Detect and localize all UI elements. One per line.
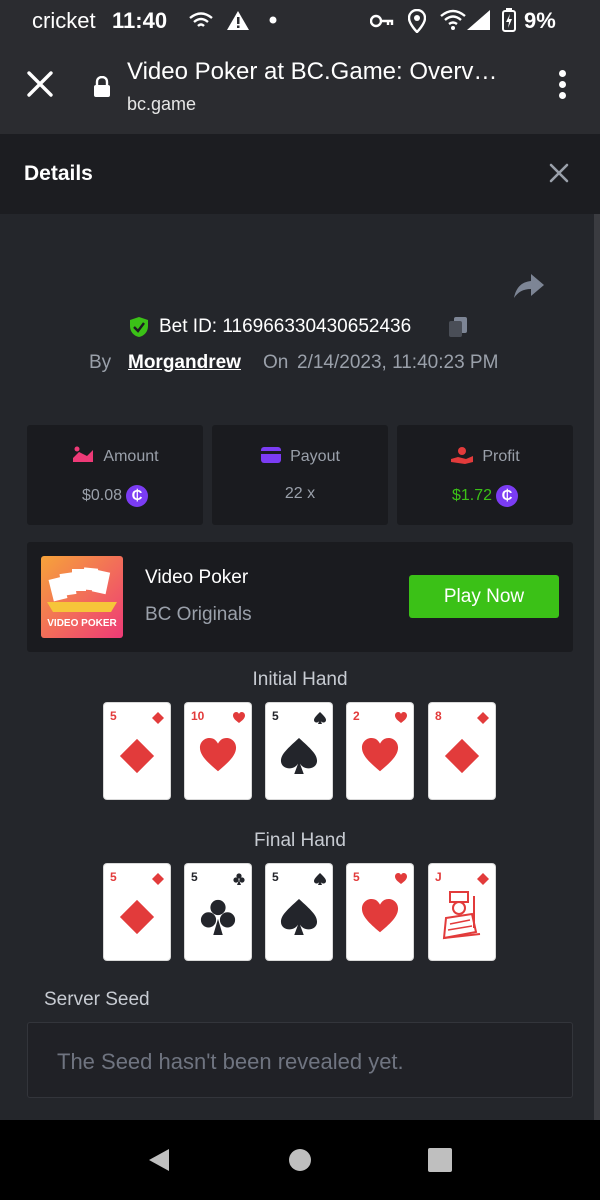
final-hand-card-4: 5 bbox=[347, 864, 413, 960]
back-icon[interactable] bbox=[147, 1147, 171, 1173]
diamond-center-icon bbox=[119, 738, 155, 774]
diamond-suit-icon bbox=[477, 712, 489, 724]
bet-timestamp: 2/14/2023, 11:40:23 PM bbox=[297, 352, 499, 373]
payout-stat: Payout 22 x bbox=[212, 425, 388, 525]
initial-hand-card-2: 10 bbox=[185, 703, 251, 799]
server-seed-placeholder: The Seed hasn't been revealed yet. bbox=[57, 1049, 404, 1074]
final-hand-card-5: J bbox=[429, 864, 495, 960]
warning-icon bbox=[227, 11, 249, 30]
final-hand-card-3: 5 bbox=[266, 864, 332, 960]
copy-icon[interactable] bbox=[447, 316, 469, 338]
final-hand-title: Final Hand bbox=[254, 830, 346, 851]
card-rank: 5 bbox=[272, 709, 279, 723]
card-rank: 10 bbox=[191, 709, 205, 723]
play-now-button[interactable]: Play Now bbox=[409, 575, 559, 618]
currency-coin-icon: ₵ bbox=[126, 485, 149, 507]
page-title: Video Poker at BC.Game: Overv… bbox=[127, 58, 498, 85]
diamond-center-icon bbox=[444, 738, 480, 774]
spade-suit-icon bbox=[314, 712, 326, 724]
server-seed-field[interactable]: The Seed hasn't been revealed yet. bbox=[27, 1022, 573, 1098]
diamond-suit-icon bbox=[152, 873, 164, 885]
username-link[interactable]: Morgandrew bbox=[128, 352, 241, 374]
card-rank: 5 bbox=[191, 870, 198, 884]
system-nav-bar bbox=[0, 1120, 600, 1200]
profit-hand-icon bbox=[451, 447, 474, 464]
spade-center-icon bbox=[280, 737, 318, 775]
details-title: Details bbox=[24, 162, 93, 185]
close-tab-icon[interactable] bbox=[24, 68, 56, 100]
amount-value: $0.08 bbox=[81, 487, 123, 505]
initial-hand-card-1: 5 bbox=[104, 703, 170, 799]
club-center-icon bbox=[200, 899, 236, 936]
initial-hand-card-4: 2 bbox=[347, 703, 413, 799]
wifi-call-icon bbox=[189, 12, 213, 27]
game-provider: BC Originals bbox=[145, 604, 252, 625]
close-details-icon[interactable] bbox=[548, 162, 570, 184]
final-hand-card-1: 5 bbox=[104, 864, 170, 960]
on-label: On bbox=[263, 352, 289, 373]
wifi-icon bbox=[440, 9, 466, 30]
home-icon[interactable] bbox=[288, 1148, 312, 1172]
diamond-suit-icon bbox=[152, 712, 164, 724]
carrier-label: cricket bbox=[32, 8, 96, 33]
share-icon[interactable] bbox=[513, 273, 545, 299]
playing-cards-fan-icon bbox=[47, 567, 117, 612]
by-label: By bbox=[89, 352, 112, 373]
heart-center-icon bbox=[361, 898, 399, 933]
payout-card-icon bbox=[261, 447, 282, 463]
card-rank: 5 bbox=[353, 870, 360, 884]
recents-icon[interactable] bbox=[427, 1147, 453, 1173]
bet-id: Bet ID: 116966330430652436 bbox=[159, 316, 412, 337]
spade-center-icon bbox=[280, 898, 318, 936]
verified-shield-icon bbox=[130, 317, 148, 337]
profit-stat: Profit $1.72 ₵ bbox=[397, 425, 573, 525]
card-rank: 5 bbox=[110, 870, 117, 884]
scrollbar[interactable] bbox=[594, 214, 600, 1120]
location-icon bbox=[408, 9, 426, 33]
final-hand-card-2: 5 bbox=[185, 864, 251, 960]
amount-label: Amount bbox=[103, 448, 159, 465]
card-rank: 2 bbox=[353, 709, 360, 723]
club-suit-icon bbox=[233, 873, 245, 885]
profit-label: Profit bbox=[482, 448, 520, 465]
amount-stat: Amount $0.08 ₵ bbox=[27, 425, 203, 525]
battery-charging-icon bbox=[502, 8, 516, 32]
card-rank: 8 bbox=[435, 709, 442, 723]
initial-hand-title: Initial Hand bbox=[252, 669, 348, 690]
game-thumbnail-text: VIDEO POKER bbox=[47, 618, 117, 629]
jack-face-icon bbox=[442, 891, 481, 940]
vpn-key-icon bbox=[370, 14, 394, 28]
initial-hand-card-3: 5 bbox=[266, 703, 332, 799]
heart-center-icon bbox=[361, 737, 399, 772]
lock-icon bbox=[94, 76, 110, 97]
card-rank: J bbox=[435, 870, 442, 884]
server-seed-label: Server Seed bbox=[44, 989, 150, 1010]
profit-value: $1.72 bbox=[451, 487, 493, 505]
game-name: Video Poker bbox=[145, 567, 249, 588]
amount-icon bbox=[73, 446, 94, 462]
status-bar: cricket 11:40 9% bbox=[0, 0, 600, 42]
heart-center-icon bbox=[199, 737, 237, 772]
clock: 11:40 bbox=[112, 8, 168, 33]
initial-hand-card-5: 8 bbox=[429, 703, 495, 799]
currency-coin-icon: ₵ bbox=[496, 485, 519, 507]
card-rank: 5 bbox=[272, 870, 279, 884]
notification-dot-icon bbox=[269, 16, 277, 24]
spade-suit-icon bbox=[314, 873, 326, 885]
browser-toolbar: Video Poker at BC.Game: Overv… bc.game bbox=[0, 42, 600, 134]
overflow-menu-icon[interactable] bbox=[552, 70, 572, 104]
heart-suit-icon bbox=[395, 873, 407, 884]
heart-suit-icon bbox=[395, 712, 407, 723]
cellular-signal-icon bbox=[467, 10, 490, 30]
heart-suit-icon bbox=[233, 712, 245, 723]
diamond-center-icon bbox=[119, 899, 155, 935]
payout-value: 22 x bbox=[284, 485, 316, 502]
details-header: Details bbox=[0, 134, 600, 214]
diamond-suit-icon bbox=[477, 873, 489, 885]
card-rank: 5 bbox=[110, 709, 117, 723]
game-thumbnail[interactable]: VIDEO POKER bbox=[41, 556, 123, 638]
page-url[interactable]: bc.game bbox=[127, 94, 196, 115]
battery-percentage: 9% bbox=[524, 8, 556, 33]
payout-label: Payout bbox=[290, 448, 340, 465]
